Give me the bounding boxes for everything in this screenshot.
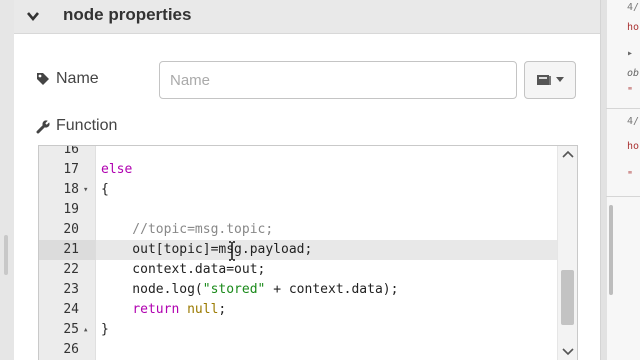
line-number: 21 — [63, 242, 79, 257]
code-token: out[topic]=msg.payload; — [101, 242, 313, 257]
debug-message-fragment: ho — [627, 22, 640, 33]
code-line[interactable]: 16 — [39, 145, 559, 160]
line-code: { — [101, 180, 109, 200]
line-number: 23 — [63, 282, 79, 297]
debug-message-fragment: " — [627, 86, 634, 97]
vertical-scrollbar[interactable] — [557, 146, 577, 360]
debug-message-fragment: 4/ — [627, 116, 640, 127]
code-editor[interactable]: 16 17 else 18 ▾{19 20 //topic=msg.topic; 21 ou… — [38, 145, 578, 360]
code-line[interactable]: 19 — [39, 200, 559, 220]
line-number: 22 — [63, 262, 79, 277]
code-token: "stored" — [202, 282, 266, 297]
left-edge-strip — [0, 0, 14, 360]
code-line[interactable]: 22 context.data=out; — [39, 260, 559, 280]
debug-message-fragment: ob — [627, 68, 640, 79]
arrow-up-icon[interactable] — [562, 150, 574, 158]
code-token: + context.data); — [265, 282, 399, 297]
code-line-active[interactable]: 21 out[topic]=msg.payload; — [39, 240, 559, 260]
message-separator — [606, 196, 640, 197]
line-number: 20 — [63, 222, 79, 237]
line-code: return null; — [101, 300, 226, 320]
function-label: Function — [36, 117, 117, 135]
code-token: return — [132, 302, 180, 317]
text-cursor-icon — [229, 241, 235, 261]
code-token: } — [101, 322, 109, 337]
code-line[interactable]: 17 else — [39, 160, 559, 180]
line-number: 18 — [63, 182, 79, 197]
sidebar-scrollbar[interactable] — [609, 205, 613, 295]
debug-message-fragment: 4/ — [627, 2, 640, 13]
code-token: node.log( — [101, 282, 203, 297]
wrench-icon — [36, 119, 50, 133]
code-line[interactable]: 20 //topic=msg.topic; — [39, 220, 559, 240]
caret-down-icon — [556, 77, 564, 82]
name-input[interactable] — [159, 61, 517, 99]
fold-toggle-icon[interactable]: ▴ — [83, 320, 88, 340]
function-label-text: Function — [56, 117, 118, 134]
code-line[interactable]: 18 ▾ { — [39, 180, 559, 200]
code-line[interactable]: 24 return null; — [39, 300, 559, 320]
library-button[interactable] — [524, 61, 576, 99]
line-code: else — [101, 160, 132, 180]
code-token: null — [187, 302, 219, 317]
left-resize-handle[interactable] — [4, 235, 8, 275]
scrollbar-thumb[interactable] — [561, 270, 574, 325]
code-token: ; — [218, 302, 227, 317]
code-line[interactable]: 26 — [39, 340, 559, 360]
message-separator — [606, 108, 640, 109]
code-token: //topic=msg.topic; — [101, 222, 274, 237]
line-code: //topic=msg.topic; — [101, 220, 273, 240]
editor-dialog: node properties Name Function 16 17 else 18… — [0, 0, 640, 360]
debug-message-fragment: ho — [627, 141, 640, 152]
node-properties-header[interactable]: node properties — [14, 0, 600, 34]
line-code: } — [101, 320, 109, 340]
line-number: 17 — [63, 162, 79, 177]
name-label-text: Name — [56, 70, 99, 87]
debug-message-fragment: " — [627, 170, 634, 181]
line-number: 24 — [63, 302, 79, 317]
tag-icon — [37, 73, 49, 85]
debug-sidebar — [600, 0, 640, 360]
line-number: 16 — [63, 145, 79, 157]
arrow-down-icon[interactable] — [562, 348, 574, 356]
line-number: 19 — [63, 202, 79, 217]
name-label: Name — [36, 70, 99, 88]
sidebar-splitter[interactable] — [601, 0, 607, 360]
fold-toggle-icon[interactable]: ▾ — [83, 180, 88, 200]
code-token: context.data=out; — [101, 262, 266, 277]
code-token: { — [101, 182, 109, 197]
chevron-down-icon — [27, 12, 39, 22]
code-line[interactable]: 25 ▴} — [39, 320, 559, 340]
line-code: node.log("stored" + context.data); — [101, 280, 398, 300]
section-title: node properties — [63, 5, 192, 24]
debug-message-fragment: ▸ — [627, 48, 634, 59]
line-number: 25 — [63, 322, 79, 337]
line-code: out[topic]=msg.payload; — [101, 240, 312, 260]
line-number: 26 — [63, 342, 79, 357]
book-icon — [537, 75, 551, 85]
code-token: else — [101, 162, 133, 177]
code-line[interactable]: 23 node.log("stored" + context.data); — [39, 280, 559, 300]
line-code: context.data=out; — [101, 260, 265, 280]
